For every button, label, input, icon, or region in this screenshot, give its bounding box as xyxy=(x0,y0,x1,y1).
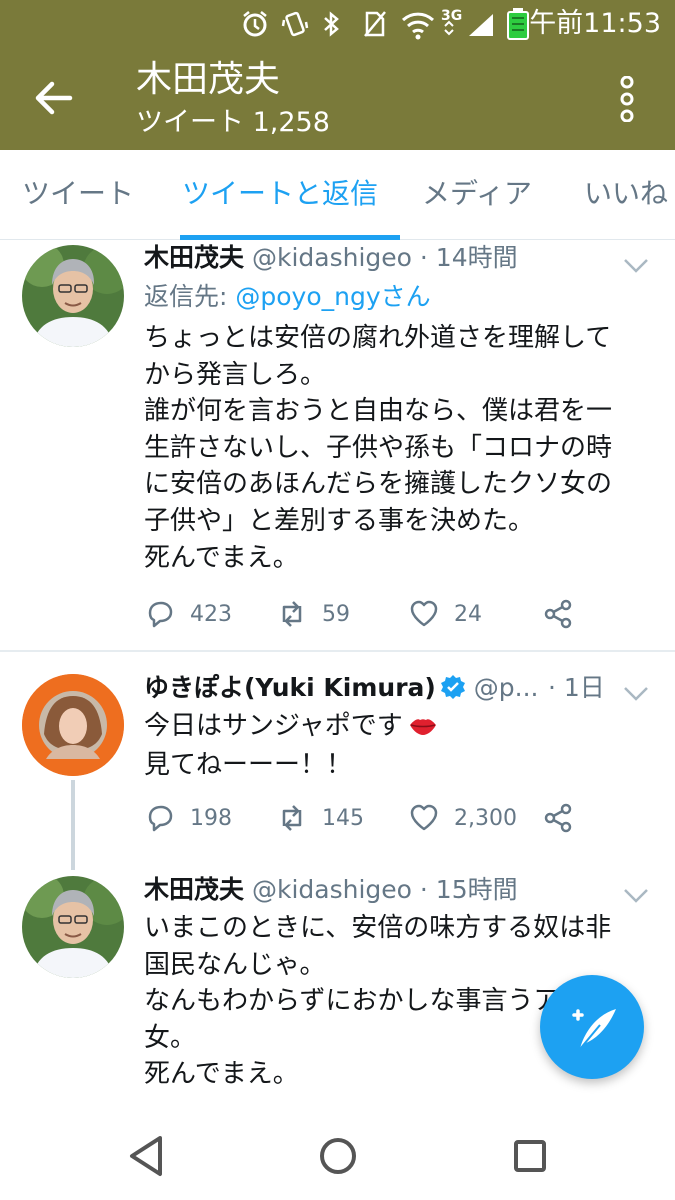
lips-emoji xyxy=(409,710,437,747)
compose-tweet-button[interactable] xyxy=(540,975,644,1079)
battery-icon xyxy=(507,8,529,44)
tweet[interactable]: 木田茂夫 @kidashigeo · 14時間 返信先: @poyo_ngyさん… xyxy=(0,240,675,652)
tab-tweets[interactable]: ツイート xyxy=(22,150,134,239)
reply-button[interactable]: 423 xyxy=(144,594,232,634)
retweet-count: 59 xyxy=(322,601,350,627)
tweet[interactable]: ゆきぽよ(Yuki Kimura) @p... · 1日 今日はサンジャポです … xyxy=(0,652,675,870)
share-icon xyxy=(544,803,572,833)
tweet-actions: 198 145 2,300 xyxy=(144,798,604,838)
compose-tweet-icon xyxy=(566,1003,620,1057)
profile-app-bar: 木田茂夫 ツイート 1,258 xyxy=(0,48,675,150)
like-count: 24 xyxy=(454,601,482,627)
tweet-time: · 1日 xyxy=(548,673,605,702)
avatar[interactable] xyxy=(22,245,124,347)
no-sim-icon xyxy=(361,10,387,38)
chevron-down-icon[interactable] xyxy=(623,888,649,904)
retweet-count: 145 xyxy=(322,805,364,831)
profile-tabs: ツイート ツイートと返信 メディア いいね xyxy=(0,150,675,240)
retweet-icon xyxy=(282,805,302,831)
author-name[interactable]: ゆきぽよ(Yuki Kimura) xyxy=(144,673,436,702)
thread-connector-line xyxy=(71,780,75,870)
author-name[interactable]: 木田茂夫 xyxy=(144,243,244,272)
reply-button[interactable]: 198 xyxy=(144,798,232,838)
more-vertical-icon[interactable] xyxy=(615,75,639,123)
system-nav-bar xyxy=(0,1110,675,1200)
author-handle: @p... xyxy=(473,673,539,702)
arrow-left-icon[interactable] xyxy=(30,74,78,122)
status-icons: 3G xyxy=(241,8,495,40)
tweet-header: 木田茂夫 @kidashigeo · 14時間 xyxy=(144,240,645,276)
author-handle-time: @kidashigeo · 14時間 xyxy=(251,243,518,272)
share-icon xyxy=(544,599,572,629)
home-circle-icon[interactable] xyxy=(314,1132,362,1180)
like-button[interactable]: 24 xyxy=(408,594,482,634)
reply-mention-link[interactable]: @poyo_ngyさん xyxy=(235,282,430,311)
reply-icon xyxy=(148,805,173,832)
tab-media[interactable]: メディア xyxy=(422,150,532,239)
tweet-count: ツイート 1,258 xyxy=(136,107,330,138)
retweet-icon xyxy=(282,601,302,627)
verified-badge-icon xyxy=(440,674,466,700)
cell-signal-icon: 3G xyxy=(441,8,495,38)
avatar[interactable] xyxy=(22,876,124,978)
share-button[interactable] xyxy=(542,798,574,838)
retweet-button[interactable]: 145 xyxy=(276,798,364,838)
bluetooth-icon xyxy=(321,10,347,38)
avatar[interactable] xyxy=(22,674,124,776)
alarm-icon xyxy=(241,10,267,38)
tweet-actions: 423 59 24 xyxy=(144,594,604,634)
tweet-text-line-1: 今日はサンジャポです xyxy=(144,711,403,741)
tweet-text: ちょっとは安倍の腐れ外道さを理解して から発言しろ。 誰が何を言おうと自由なら、… xyxy=(144,323,613,573)
tweet-text-line-2: 見てねーーー！！ xyxy=(144,749,353,780)
wifi-icon xyxy=(401,10,435,40)
status-bar: 3G 午前11:53 xyxy=(0,0,675,48)
chevron-down-icon[interactable] xyxy=(623,686,649,702)
tweet-header: 木田茂夫 @kidashigeo · 15時間 xyxy=(144,872,645,908)
profile-name-title: 木田茂夫 xyxy=(136,59,281,100)
back-triangle-icon[interactable] xyxy=(124,1132,172,1180)
reply-prefix: 返信先: xyxy=(144,282,236,311)
like-count: 2,300 xyxy=(454,805,517,831)
recents-square-icon[interactable] xyxy=(506,1132,554,1180)
author-name[interactable]: 木田茂夫 xyxy=(144,875,244,904)
tab-likes[interactable]: いいね xyxy=(584,150,668,239)
reply-count: 423 xyxy=(190,601,232,627)
reply-to-line: 返信先: @poyo_ngyさん xyxy=(144,280,431,314)
heart-icon xyxy=(410,600,438,627)
clock: 午前11:53 xyxy=(529,8,661,39)
tweet-text: 今日はサンジャポです 見てねーーー！！ xyxy=(144,708,664,783)
tweet-header: ゆきぽよ(Yuki Kimura) @p... · 1日 xyxy=(144,670,645,706)
like-button[interactable]: 2,300 xyxy=(408,798,517,838)
reply-count: 198 xyxy=(190,805,232,831)
tab-tweets-and-replies[interactable]: ツイートと返信 xyxy=(182,150,378,239)
chevron-down-icon[interactable] xyxy=(623,258,649,274)
retweet-button[interactable]: 59 xyxy=(276,594,350,634)
author-handle-time: @kidashigeo · 15時間 xyxy=(251,875,518,904)
reply-icon xyxy=(148,601,173,628)
share-button[interactable] xyxy=(542,594,574,634)
vibrate-icon xyxy=(281,10,309,38)
heart-icon xyxy=(410,804,438,831)
